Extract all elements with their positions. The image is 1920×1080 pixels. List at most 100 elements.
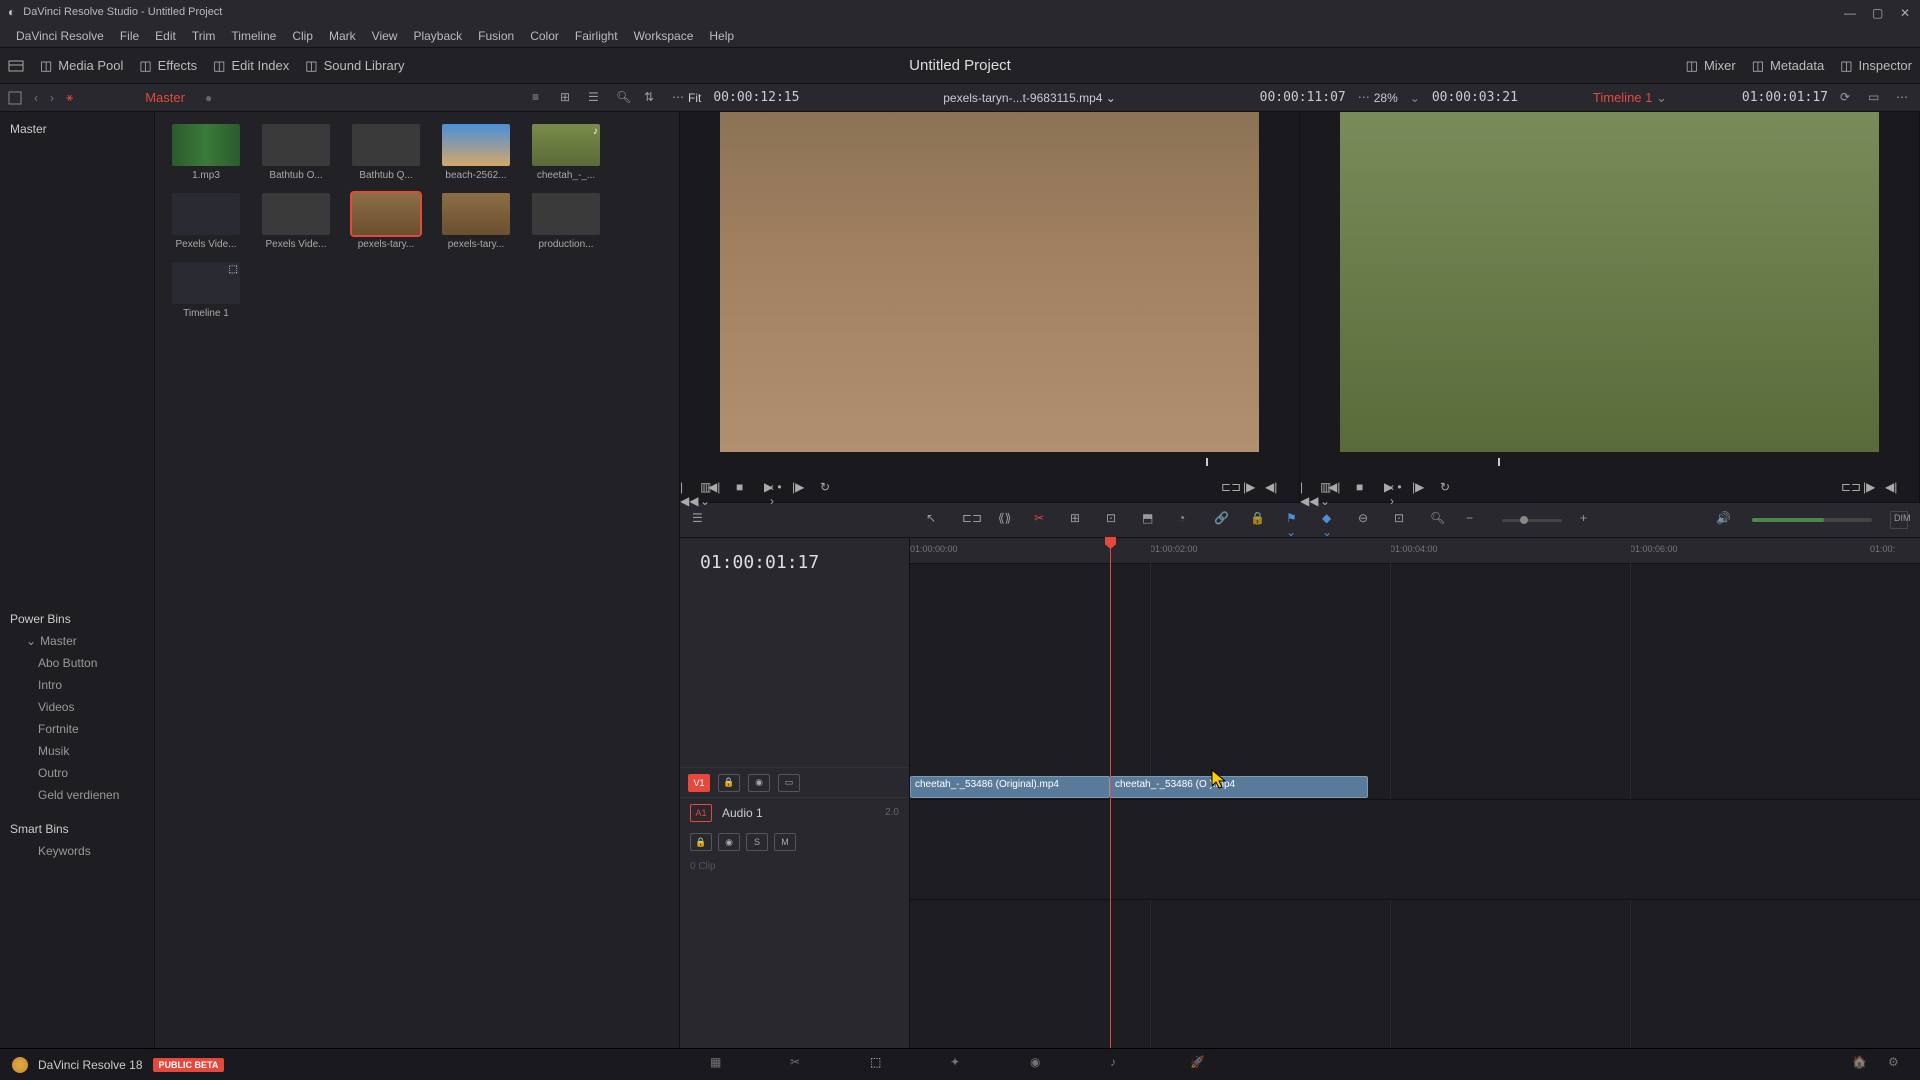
edit-page-icon[interactable]: ⬚ bbox=[870, 1055, 890, 1075]
thumb-view-icon[interactable]: ⊞ bbox=[560, 90, 576, 106]
menu-file[interactable]: File bbox=[112, 29, 147, 43]
media-thumbnail[interactable] bbox=[532, 193, 600, 235]
media-thumbnail[interactable] bbox=[172, 193, 240, 235]
media-clip[interactable]: pexels-tary... bbox=[347, 193, 425, 250]
media-thumbnail[interactable] bbox=[172, 124, 240, 166]
timeline-match-frame-icon[interactable]: ‹ • › bbox=[1390, 480, 1404, 494]
marker-icon[interactable]: ◆ ⌄ bbox=[1322, 511, 1340, 529]
media-thumbnail[interactable]: ⬚ bbox=[172, 262, 240, 304]
power-bin-item[interactable]: Geld verdienen bbox=[10, 784, 144, 806]
timeline-options-icon[interactable]: ⋯ bbox=[1896, 90, 1912, 106]
nav-forward-button[interactable]: › bbox=[50, 91, 54, 105]
timeline-mark-icon[interactable]: ⊏⊐ bbox=[1841, 480, 1855, 494]
menu-davinci-resolve[interactable]: DaVinci Resolve bbox=[8, 29, 112, 43]
video-track-lane[interactable]: cheetah_-_53486 (Original).mp4cheetah_-_… bbox=[910, 774, 1920, 800]
media-pool-button[interactable]: ◫Media Pool bbox=[40, 58, 123, 74]
home-icon[interactable]: ⚹ bbox=[66, 90, 73, 105]
timeline-loop-icon[interactable]: ↻ bbox=[1440, 480, 1454, 494]
video-frame-icon[interactable]: ▭ bbox=[778, 774, 800, 792]
media-clip[interactable]: beach-2562... bbox=[437, 124, 515, 181]
strip-view-icon[interactable]: ☰ bbox=[588, 90, 604, 106]
insert-icon[interactable]: ⊞ bbox=[1070, 511, 1088, 529]
cut-page-icon[interactable]: ✂ bbox=[790, 1055, 810, 1075]
mixer-button[interactable]: ◫Mixer bbox=[1686, 58, 1736, 74]
master-bin-heading[interactable]: Master bbox=[10, 118, 144, 140]
trim-tool-icon[interactable]: ⊏⊐ bbox=[962, 511, 980, 529]
smart-bin-item[interactable]: Keywords bbox=[10, 840, 144, 862]
media-clip[interactable]: pexels-tary... bbox=[437, 193, 515, 250]
zoom-slider[interactable] bbox=[1502, 519, 1562, 522]
playhead[interactable] bbox=[1110, 538, 1111, 1048]
link-icon[interactable]: 🔗 bbox=[1214, 511, 1232, 529]
audio-lock-icon[interactable]: 🔒 bbox=[690, 833, 712, 851]
power-bin-item[interactable]: Abo Button bbox=[10, 652, 144, 674]
source-options-icon[interactable]: ⋯ bbox=[1358, 90, 1374, 106]
power-bin-master[interactable]: ⌄Master bbox=[10, 630, 144, 652]
timeline-zoom-label[interactable]: 28% bbox=[1374, 91, 1398, 105]
menu-mark[interactable]: Mark bbox=[321, 29, 364, 43]
menu-timeline[interactable]: Timeline bbox=[223, 29, 284, 43]
list-view-icon[interactable]: ≡ bbox=[532, 90, 548, 106]
media-thumbnail[interactable] bbox=[352, 193, 420, 235]
close-button[interactable]: ✕ bbox=[1900, 6, 1912, 18]
media-thumbnail[interactable] bbox=[262, 193, 330, 235]
options-icon[interactable]: ⋯ bbox=[672, 90, 688, 106]
source-display-mode-icon[interactable]: ▥ ⌄ bbox=[700, 480, 714, 494]
menu-trim[interactable]: Trim bbox=[184, 29, 224, 43]
video-track-selector[interactable]: V1 bbox=[688, 774, 710, 792]
power-bin-item[interactable]: Outro bbox=[10, 762, 144, 784]
media-thumbnail[interactable] bbox=[262, 124, 330, 166]
single-viewer-icon[interactable]: ▭ bbox=[1868, 90, 1884, 106]
media-clip[interactable]: production... bbox=[527, 193, 605, 250]
sound-library-button[interactable]: ◫Sound Library bbox=[305, 58, 404, 74]
volume-slider[interactable] bbox=[1752, 518, 1872, 522]
media-clip[interactable]: 1.mp3 bbox=[167, 124, 245, 181]
nav-back-button[interactable]: ‹ bbox=[34, 91, 38, 105]
menu-clip[interactable]: Clip bbox=[284, 29, 321, 43]
zoom-fit-icon[interactable]: ⊡ bbox=[1394, 511, 1412, 529]
video-lock-icon[interactable]: 🔒 bbox=[718, 774, 740, 792]
power-bin-item[interactable]: Intro bbox=[10, 674, 144, 696]
zoom-in-icon[interactable]: 🔍︎ bbox=[1430, 511, 1448, 529]
settings-icon[interactable]: ⚙ bbox=[1888, 1055, 1908, 1075]
fusion-page-icon[interactable]: ✦ bbox=[950, 1055, 970, 1075]
dim-button[interactable]: DIM bbox=[1890, 511, 1908, 529]
volume-icon[interactable]: 🔊 bbox=[1716, 511, 1734, 529]
media-clip[interactable]: Bathtub O... bbox=[257, 124, 335, 181]
timeline-scrubber[interactable] bbox=[1300, 452, 1919, 472]
audio-mute-button[interactable]: M bbox=[774, 833, 796, 851]
menu-fairlight[interactable]: Fairlight bbox=[567, 29, 626, 43]
bin-view-icon[interactable] bbox=[8, 91, 22, 105]
home-icon[interactable]: 🏠 bbox=[1852, 1055, 1872, 1075]
menu-playback[interactable]: Playback bbox=[405, 29, 470, 43]
timeline-display-mode-icon[interactable]: ▥ ⌄ bbox=[1320, 480, 1334, 494]
media-thumbnail[interactable] bbox=[442, 124, 510, 166]
source-scrubber[interactable] bbox=[680, 452, 1299, 472]
menu-help[interactable]: Help bbox=[701, 29, 742, 43]
effects-button[interactable]: ◫Effects bbox=[139, 58, 197, 74]
menu-edit[interactable]: Edit bbox=[147, 29, 184, 43]
source-viewer-image[interactable] bbox=[720, 112, 1259, 452]
source-out-icon[interactable]: ◀| bbox=[1265, 480, 1279, 494]
timeline-name-dropdown[interactable]: Timeline 1 ⌄ bbox=[1530, 90, 1730, 106]
media-clip[interactable]: ⬚Timeline 1 bbox=[167, 262, 245, 319]
timeline-in-icon[interactable]: |▶ bbox=[1863, 480, 1877, 494]
audio-enable-icon[interactable]: ◉ bbox=[718, 833, 740, 851]
source-mark-icon[interactable]: ⊏⊐ bbox=[1221, 480, 1235, 494]
source-loop-icon[interactable]: ↻ bbox=[820, 480, 834, 494]
menu-workspace[interactable]: Workspace bbox=[626, 29, 702, 43]
zoom-minus-icon[interactable]: − bbox=[1466, 511, 1484, 529]
retime-icon[interactable]: ◔ bbox=[1178, 511, 1196, 529]
menu-color[interactable]: Color bbox=[522, 29, 567, 43]
edit-index-button[interactable]: ◫Edit Index bbox=[213, 58, 289, 74]
menu-view[interactable]: View bbox=[364, 29, 406, 43]
search-icon[interactable]: 🔍︎ bbox=[616, 90, 632, 106]
audio-solo-button[interactable]: S bbox=[746, 833, 768, 851]
source-match-frame-icon[interactable]: ‹ • › bbox=[770, 480, 784, 494]
source-step-fwd-icon[interactable]: |▶ bbox=[792, 480, 806, 494]
media-clip[interactable]: ♪cheetah_-_... bbox=[527, 124, 605, 181]
deliver-page-icon[interactable]: 🚀 bbox=[1190, 1055, 1210, 1075]
audio-track-selector[interactable]: A1 bbox=[690, 804, 712, 822]
source-fit-label[interactable]: Fit bbox=[688, 91, 701, 105]
sort-icon[interactable]: ⇅ bbox=[644, 90, 660, 106]
